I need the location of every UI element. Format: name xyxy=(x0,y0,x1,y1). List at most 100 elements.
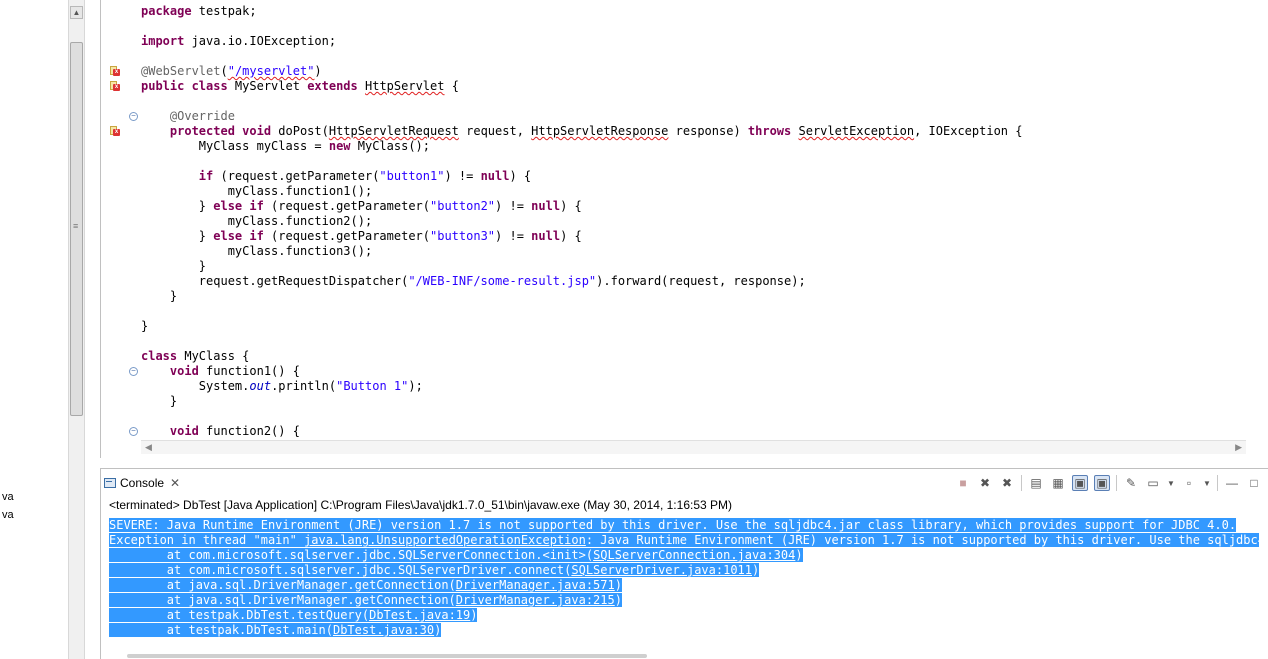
chevron-down-icon[interactable]: ▼ xyxy=(1167,475,1175,491)
console-line: SEVERE: Java Runtime Environment (JRE) v… xyxy=(109,518,1237,533)
code-token: throws xyxy=(747,124,792,138)
code-token: } xyxy=(141,199,214,213)
code-editor[interactable]: x x x − − − package testpak; import java.io.IO… xyxy=(100,0,1268,458)
console-horizontal-scrollbar[interactable] xyxy=(109,649,1259,659)
console-text: ) xyxy=(795,548,803,562)
clear-console-icon[interactable]: ▤ xyxy=(1028,475,1044,491)
scroll-up-arrow-icon[interactable]: ▲ xyxy=(70,6,83,19)
tree-item[interactable]: va xyxy=(2,491,14,503)
terminate-icon[interactable]: ■ xyxy=(955,475,971,491)
code-token: protected void xyxy=(141,124,272,138)
show-stderr-icon[interactable]: ▣ xyxy=(1094,475,1110,491)
selected-text: at com.microsoft.sqlserver.jdbc.SQLServe… xyxy=(109,548,803,562)
code-token: ) != xyxy=(495,199,532,213)
console-status: <terminated> DbTest [Java Application] C… xyxy=(109,498,732,512)
code-token: ServletException xyxy=(798,124,915,138)
remove-all-launches-icon[interactable]: ✖ xyxy=(999,475,1015,491)
maximize-icon[interactable]: □ xyxy=(1246,475,1262,491)
error-marker-icon[interactable]: x xyxy=(110,81,120,91)
code-token: MyClass(); xyxy=(350,139,431,153)
code-token: "/WEB-INF/some-result.jsp" xyxy=(408,274,597,288)
stack-trace-link[interactable]: SQLServerDriver.java:1011 xyxy=(571,563,752,577)
scroll-lock-icon[interactable]: ▦ xyxy=(1050,475,1066,491)
console-line: Exception in thread "main" java.lang.Uns… xyxy=(109,533,1259,548)
code-line: myClass.function2(); xyxy=(141,214,373,229)
selected-text: at testpak.DbTest.main(DbTest.java:30) xyxy=(109,623,442,637)
code-token: (request.getParameter( xyxy=(263,199,430,213)
error-marker-icon[interactable]: x xyxy=(110,126,120,136)
editor-horizontal-scrollbar[interactable]: ◀ ▶ xyxy=(141,440,1246,454)
code-token: } xyxy=(141,319,149,333)
scrollbar-thumb[interactable] xyxy=(127,654,647,658)
remove-launch-icon[interactable]: ✖ xyxy=(977,475,993,491)
console-text: ) xyxy=(434,623,442,637)
console-text: Exception in thread "main" xyxy=(109,533,305,547)
console-output[interactable]: SEVERE: Java Runtime Environment (JRE) v… xyxy=(109,516,1259,640)
code-token: public class xyxy=(141,79,228,93)
error-marker-icon[interactable]: x xyxy=(110,66,120,76)
console-text: at testpak.DbTest.main( xyxy=(109,623,333,637)
code-line: if (request.getParameter("button1") != n… xyxy=(141,169,531,184)
stack-trace-link[interactable]: SQLServerConnection.java:304 xyxy=(593,548,795,562)
code-token: function2() { xyxy=(198,424,300,438)
code-token: testpak; xyxy=(191,4,257,18)
code-token: "/myservlet" xyxy=(227,64,315,78)
code-line: } xyxy=(141,259,206,274)
console-text: at com.microsoft.sqlserver.jdbc.SQLServe… xyxy=(109,548,594,562)
console-text: ) xyxy=(614,578,622,592)
code-line: } else if (request.getParameter("button2… xyxy=(141,199,582,214)
chevron-down-icon[interactable]: ▼ xyxy=(1203,475,1211,491)
stack-trace-link[interactable]: DbTest.java:30 xyxy=(333,623,434,637)
code-token: new xyxy=(328,139,351,153)
code-token: request, xyxy=(458,124,532,138)
code-line: @WebServlet("/myservlet") xyxy=(141,64,322,79)
code-line: class MyClass { xyxy=(141,349,249,364)
left-vertical-scrollbar[interactable]: ▲ ≡ xyxy=(68,0,85,659)
code-line: myClass.function1(); xyxy=(141,184,373,199)
minimize-icon[interactable]: — xyxy=(1224,475,1240,491)
code-token: myClass.function2(); xyxy=(141,214,373,228)
fold-collapse-icon[interactable]: − xyxy=(129,367,138,376)
close-icon[interactable]: ✕ xyxy=(170,476,180,490)
code-line: System.out.println("Button 1"); xyxy=(141,379,423,394)
show-stdout-icon[interactable]: ▣ xyxy=(1072,475,1088,491)
code-token: ( xyxy=(220,64,228,78)
fold-collapse-icon[interactable]: − xyxy=(129,112,138,121)
code-token: null xyxy=(531,229,561,243)
code-token: @Override xyxy=(141,109,235,123)
code-token: HttpServletResponse xyxy=(531,124,669,138)
code-line: } else if (request.getParameter("button3… xyxy=(141,229,582,244)
console-text: at com.microsoft.sqlserver.jdbc.SQLServe… xyxy=(109,563,572,577)
code-token: import xyxy=(141,34,185,48)
code-token: else if xyxy=(213,199,264,213)
console-line: at java.sql.DriverManager.getConnection(… xyxy=(109,578,622,593)
code-token: { xyxy=(444,79,459,93)
code-token: ).forward(request, response); xyxy=(596,274,806,288)
toolbar-separator xyxy=(1021,475,1022,491)
stack-trace-link[interactable]: java.lang.UnsupportedOperationException xyxy=(304,533,586,547)
code-line: } xyxy=(141,289,177,304)
pin-console-icon[interactable]: ✎ xyxy=(1123,475,1139,491)
console-line: at com.microsoft.sqlserver.jdbc.SQLServe… xyxy=(109,548,803,563)
code-token: "button3" xyxy=(430,229,496,243)
code-area[interactable]: package testpak; import java.io.IOExcepti… xyxy=(141,0,1251,440)
code-token: HttpServletRequest xyxy=(328,124,459,138)
stack-trace-link[interactable]: DriverManager.java:571 xyxy=(456,578,615,592)
fold-collapse-icon[interactable]: − xyxy=(129,427,138,436)
code-line: import java.io.IOException; xyxy=(141,34,336,49)
console-toolbar: ■ ✖ ✖ ▤ ▦ ▣ ▣ ✎ ▭ ▼ ▫ ▼ — □ xyxy=(955,473,1262,493)
code-token: if xyxy=(141,169,214,183)
code-token: "button2" xyxy=(430,199,496,213)
code-line: } xyxy=(141,394,177,409)
scroll-left-arrow-icon[interactable]: ◀ xyxy=(145,441,152,454)
open-console-icon[interactable]: ▫ xyxy=(1181,475,1197,491)
tree-item[interactable]: va xyxy=(2,509,14,521)
display-selected-console-icon[interactable]: ▭ xyxy=(1145,475,1161,491)
console-tab[interactable]: Console ✕ xyxy=(104,473,180,493)
code-token: .println( xyxy=(271,379,337,393)
stack-trace-link[interactable]: DriverManager.java:215 xyxy=(456,593,615,607)
code-line: @Override xyxy=(141,109,235,124)
scroll-right-arrow-icon[interactable]: ▶ xyxy=(1235,441,1242,454)
stack-trace-link[interactable]: DbTest.java:19 xyxy=(369,608,470,622)
